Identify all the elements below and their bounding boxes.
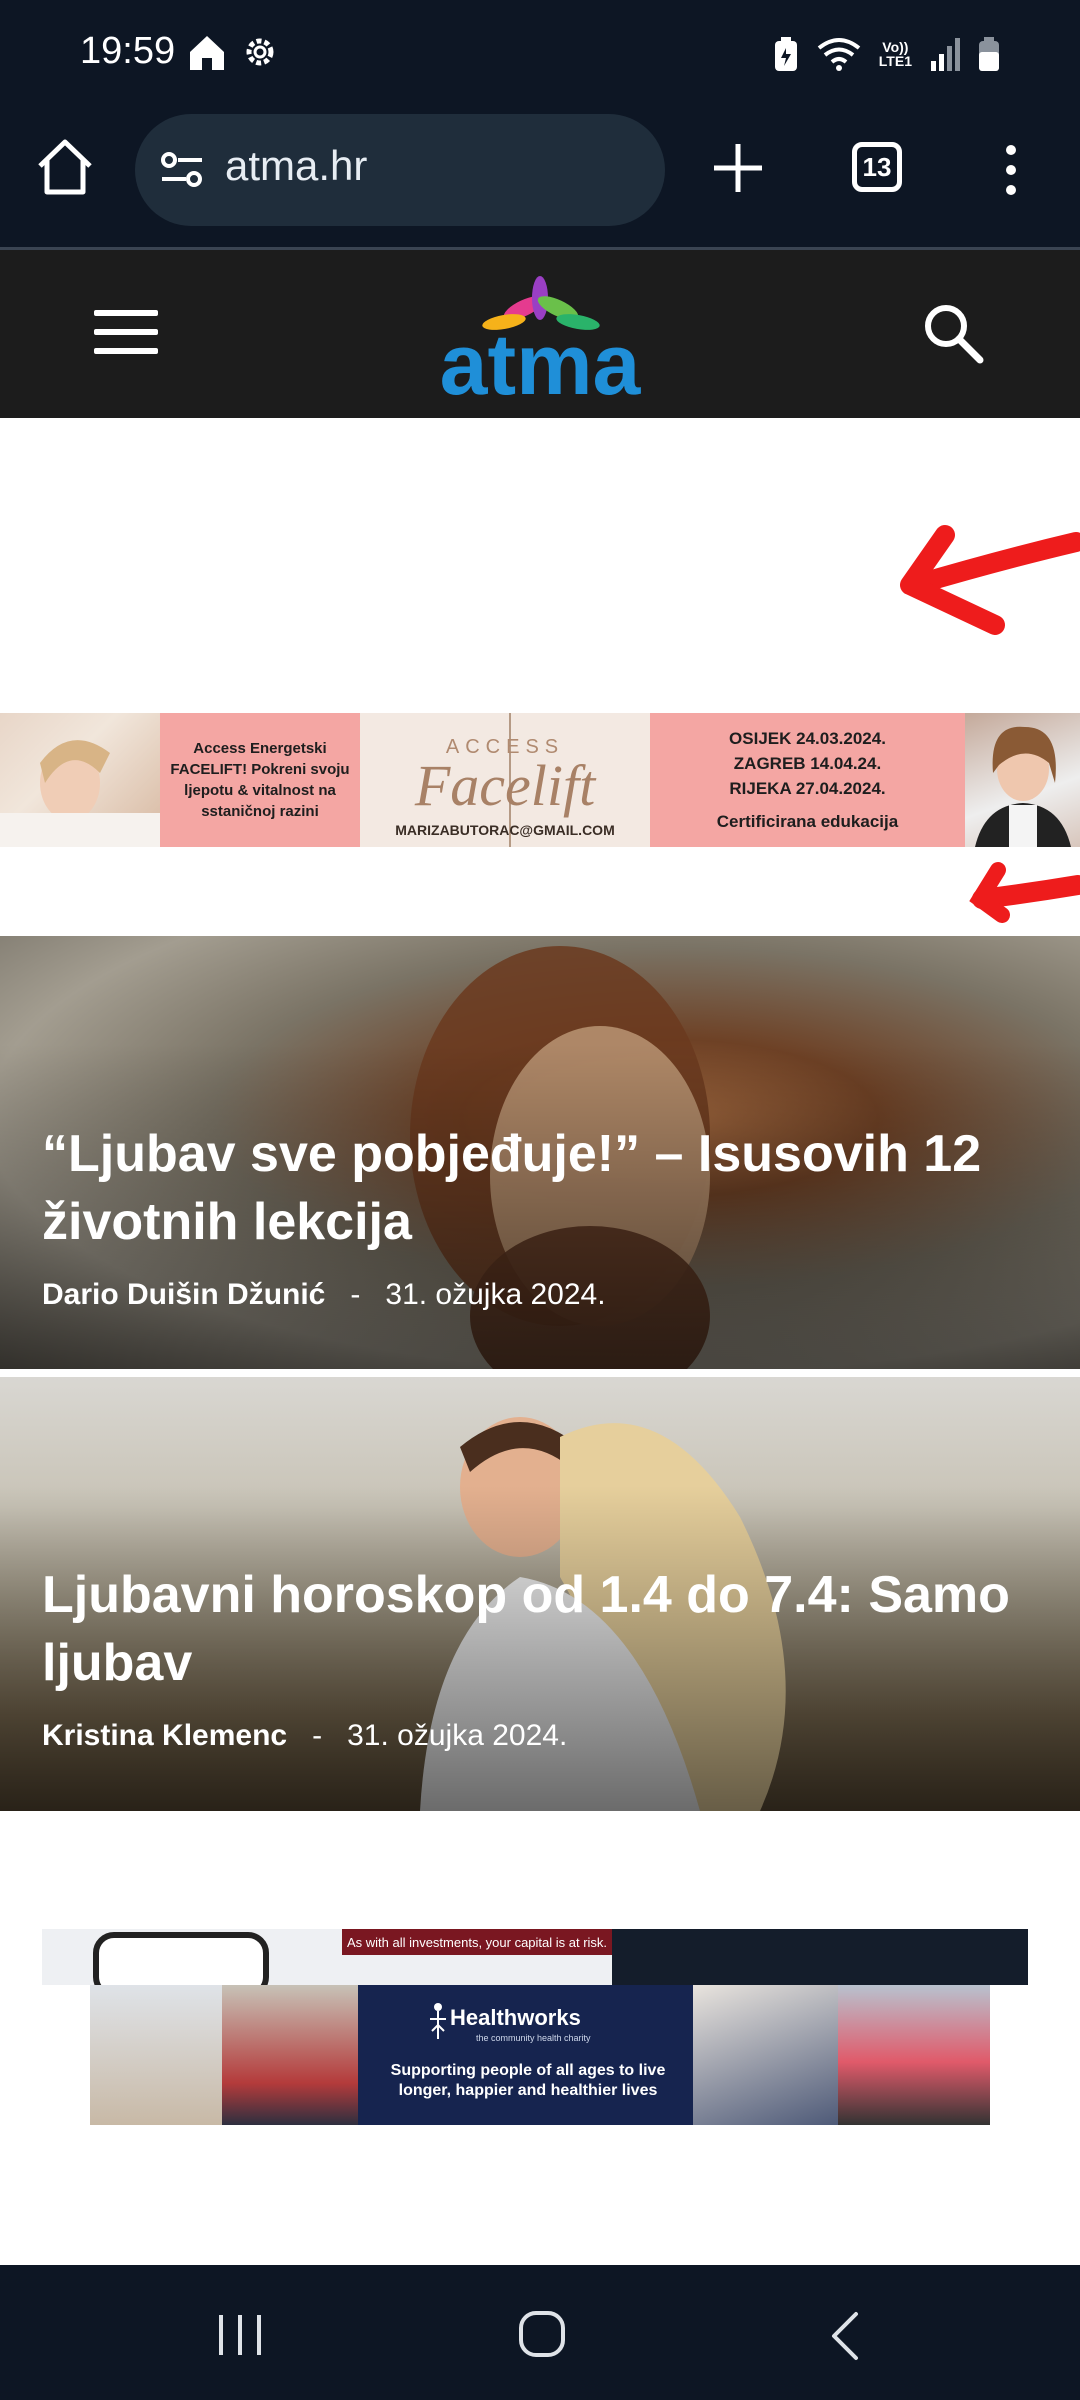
article-date: 31. ožujka 2024. <box>347 1719 568 1752</box>
volte-indicator: Vo)) LTE1 <box>879 40 912 68</box>
ad-healthworks-panel: Healthworks the community health charity… <box>358 1985 693 2125</box>
status-right-icons: Vo)) LTE1 <box>773 34 1000 74</box>
address-bar[interactable] <box>135 114 665 226</box>
article-card[interactable]: Ljubavni horoskop od 1.4 do 7.4: Samo lj… <box>0 1377 1080 1811</box>
ad-photo-people <box>693 1985 838 2125</box>
status-left-icons <box>186 32 278 72</box>
volte-top: Vo)) <box>882 39 909 55</box>
article-title[interactable]: Ljubavni horoskop od 1.4 do 7.4: Samo lj… <box>42 1561 1042 1697</box>
recent-apps-icon[interactable] <box>215 2313 265 2357</box>
tab-switcher-button[interactable]: 13 <box>852 142 902 192</box>
ad-tagline: Supporting people of all ages to live lo… <box>390 2062 666 2099</box>
article-title[interactable]: “Ljubav sve pobjeđuje!” – Isusovih 12 ži… <box>42 1120 1042 1256</box>
article-author[interactable]: Kristina Klemenc <box>42 1719 287 1752</box>
ad-email: MARIZABUTORAC@GMAIL.COM <box>395 822 614 838</box>
search-icon[interactable] <box>920 300 986 366</box>
article-author[interactable]: Dario Duišin Džunić <box>42 1278 325 1311</box>
ad-logo-facelift: Facelift <box>414 753 597 818</box>
article-card[interactable]: “Ljubav sve pobjeđuje!” – Isusovih 12 ži… <box>0 936 1080 1369</box>
wifi-icon <box>817 38 861 71</box>
home-nav-icon[interactable] <box>518 2310 566 2358</box>
home-status-icon <box>190 36 224 70</box>
battery-icon <box>979 37 999 71</box>
new-tab-icon[interactable] <box>710 140 766 196</box>
annotation-arrow-icon <box>969 862 1080 923</box>
ad-logo-area: ACCESS Facelift MARIZABUTORAC@GMAIL.COM <box>360 713 650 847</box>
ad-brand: Healthworks <box>450 2005 581 2030</box>
ad-brand-sub: the community health charity <box>476 2033 591 2043</box>
meta-separator: - <box>350 1278 361 1311</box>
ad-photo-gym <box>90 1985 222 2125</box>
ad-dark-panel <box>612 1929 1028 1985</box>
annotation-arrow-icon <box>900 525 1080 635</box>
signal-icon <box>931 38 960 71</box>
ad-photo-fitness <box>838 1985 990 2125</box>
article-meta: Dario Duišin Džunić - 31. ožujka 2024. <box>42 1278 606 1312</box>
back-icon[interactable] <box>826 2310 862 2362</box>
site-settings-icon[interactable] <box>160 150 204 190</box>
ad-certification: Certificirana edukacija <box>716 812 899 831</box>
more-options-icon[interactable] <box>996 142 1026 198</box>
ad-date-zagreb: ZAGREB 14.04.24. <box>733 754 882 773</box>
ad-phone-image: As with all investments, your capital is… <box>42 1929 612 1998</box>
ad-date-rijeka: RIJEKA 27.04.2024. <box>729 779 886 798</box>
volte-bottom: LTE1 <box>878 53 912 69</box>
ad-photo-child <box>222 1985 358 2125</box>
ad-banner-investment[interactable]: As with all investments, your capital is… <box>42 1929 1028 1998</box>
ad-risk-notice: As with all investments, your capital is… <box>342 1929 612 1955</box>
battery-saver-icon <box>774 37 797 71</box>
ad-photo-woman-relaxing <box>0 713 160 847</box>
ad-photo-instructor <box>965 713 1080 847</box>
ad-description: Access Energetski FACELIFT! Pokreni svoj… <box>160 713 360 847</box>
url-text[interactable]: atma.hr <box>225 142 367 190</box>
menu-icon[interactable] <box>92 307 160 357</box>
article-date: 31. ožujka 2024. <box>385 1278 606 1311</box>
status-time: 19:59 <box>80 30 176 72</box>
site-logo[interactable]: atma <box>420 268 660 400</box>
phone-icon <box>93 1932 269 1998</box>
ad-banner-healthworks[interactable]: Healthworks the community health charity… <box>90 1985 990 2125</box>
meta-separator: - <box>312 1719 323 1752</box>
logo-text: atma <box>440 317 642 400</box>
home-icon[interactable] <box>34 136 96 198</box>
article-meta: Kristina Klemenc - 31. ožujka 2024. <box>42 1719 567 1753</box>
settings-status-icon <box>246 38 274 66</box>
healthworks-logo-icon <box>430 2003 446 2039</box>
ad-date-osijek: OSIJEK 24.03.2024. <box>729 729 886 748</box>
ad-dates: OSIJEK 24.03.2024. ZAGREB 14.04.24. RIJE… <box>650 713 965 847</box>
ad-banner-facelift[interactable]: Access Energetski FACELIFT! Pokreni svoj… <box>0 713 1080 847</box>
